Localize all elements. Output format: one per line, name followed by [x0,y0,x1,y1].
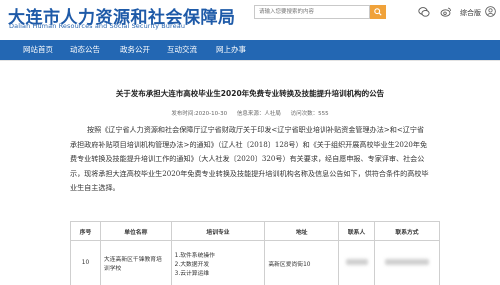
article-title: 关于发布承担大连市高校毕业生2020年免费专业转换及技能提升培训机构的公告 [115,89,385,98]
col-header-contact: 联系人 [338,221,376,241]
col-header-address: 地址 [264,221,340,241]
version-switch[interactable]: 综合版 [460,8,481,18]
article-panel: 关于发布承担大连市高校毕业生2020年免费专业转换及技能提升培训机构的公告 发布… [0,60,500,285]
col-header-index: 序号 [70,221,101,241]
cell-majors: 1.软件系统操作 2.大数据开发 3.云计算运维 [170,240,266,285]
nav-item-news[interactable]: 动态公告 [70,40,100,60]
nav-item-online-service[interactable]: 网上办事 [216,40,246,60]
col-header-majors: 培训专业 [170,221,266,241]
site-subtitle: Dalian Human Resources and Social Securi… [9,22,186,30]
table-header-row: 序号 单位名称 培训专业 地址 联系人 联系方式 [70,221,440,241]
cell-phone [374,240,440,285]
cell-index: 10 [70,240,101,285]
article-meta: 发布时间:2020-10-30 信息来源：人社局 访问次数：555 [0,109,500,117]
weibo-icon[interactable] [440,6,452,18]
col-header-phone: 联系方式 [374,221,440,241]
major-item: 3.云计算运维 [174,270,210,277]
info-source: 信息来源：人社局 [236,111,281,117]
nav-item-home[interactable]: 网站首页 [23,40,53,60]
redacted-contact [345,259,368,265]
nav-item-gov-info[interactable]: 政务公开 [120,40,150,60]
site-header: 大连市人力资源和社会保障局 Dalian Human Resources and… [0,0,500,36]
cell-address: 高新区爱尚街10 [264,240,340,285]
user-icon[interactable] [485,6,496,17]
nav-item-interaction[interactable]: 互动交流 [167,40,197,60]
chat-icon[interactable] [418,6,430,18]
search-icon [374,8,382,16]
cell-contact [338,240,376,285]
search-button[interactable] [370,5,386,19]
redacted-phone [385,259,429,265]
publish-time: 发布时间:2020-10-30 [171,111,228,117]
view-count: 访问次数：555 [290,111,329,117]
institution-table: 序号 单位名称 培训专业 地址 联系人 联系方式 10 大连高新区千锋教育培训学… [70,221,440,285]
main-nav: 网站首页 动态公告 政务公开 互动交流 网上办事 [0,40,500,60]
col-header-name: 单位名称 [99,221,172,241]
cell-name: 大连高新区千锋教育培训学校 [99,240,172,285]
major-item: 1.软件系统操作 [174,252,215,259]
search-input[interactable] [254,5,370,19]
article-body: 按照《辽宁省人力资源和社会保障厅辽宁省财政厅关于印发<辽宁省职业培训补贴资金管理… [70,125,429,193]
table-row: 10 大连高新区千锋教育培训学校 1.软件系统操作 2.大数据开发 3.云计算运… [70,240,440,285]
major-item: 2.大数据开发 [174,261,210,268]
